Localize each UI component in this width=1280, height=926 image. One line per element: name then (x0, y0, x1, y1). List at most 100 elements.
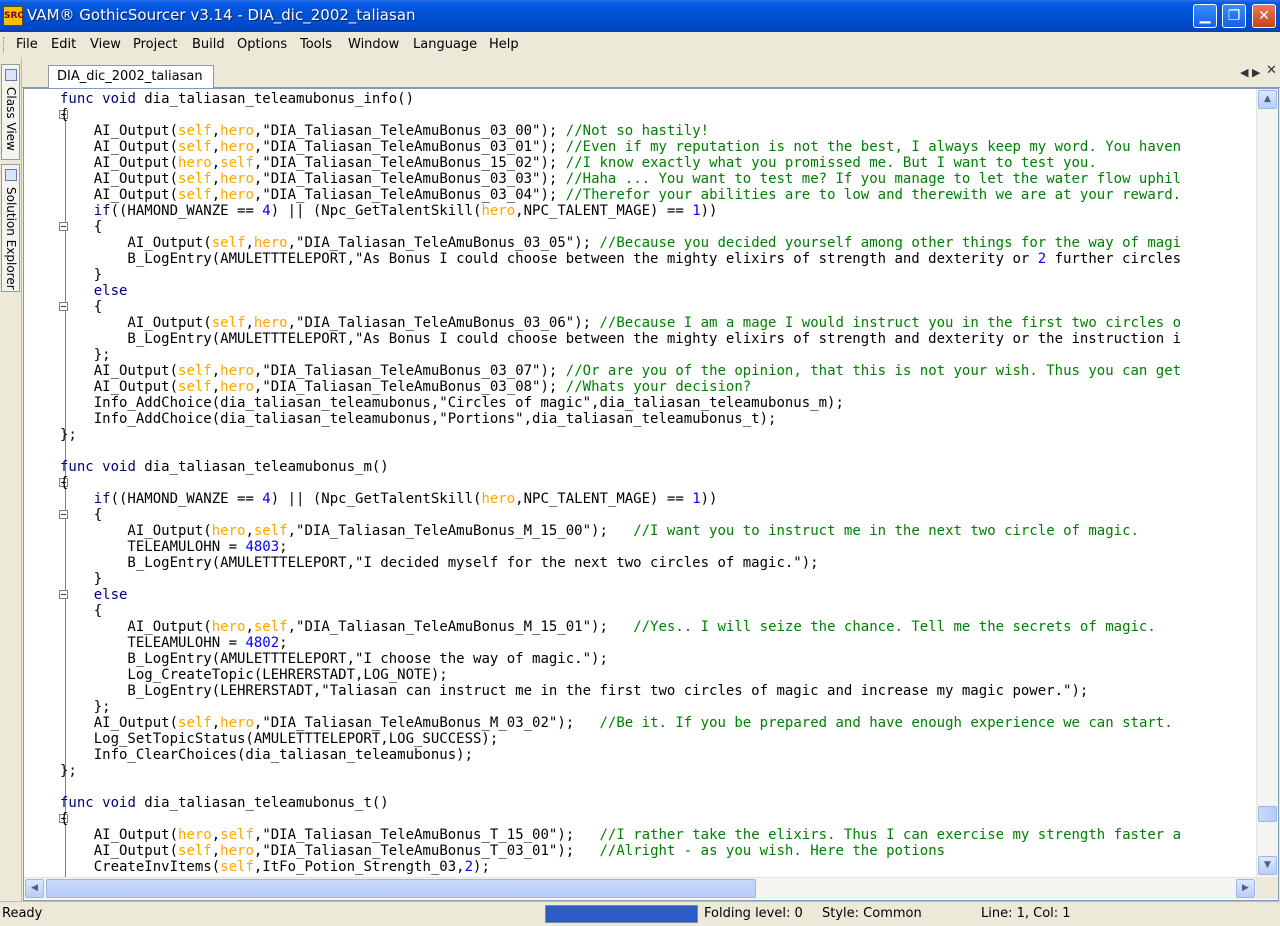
scrollbar-corner (1256, 877, 1278, 899)
fold-margin[interactable] (38, 89, 68, 877)
code-line[interactable]: }; (60, 347, 1181, 363)
code-line[interactable]: Log_SetTopicStatus(AMULETTTELEPORT,LOG_S… (60, 731, 1181, 747)
tab-prev-icon[interactable]: ◀ (1240, 66, 1248, 79)
code-line[interactable]: { (60, 507, 1181, 523)
menu-options[interactable]: Options (237, 37, 287, 52)
status-cursor-position: Line: 1, Col: 1 (981, 906, 1071, 921)
code-line[interactable]: { (60, 299, 1181, 315)
code-line[interactable]: AI_Output(self,hero,"DIA_Taliasan_TeleAm… (60, 315, 1181, 331)
menu-tools[interactable]: Tools (300, 37, 332, 52)
scroll-up-icon: ▲ (1264, 94, 1271, 104)
solution-explorer-label: Solution Explorer (4, 187, 18, 290)
code-line[interactable]: }; (60, 427, 1181, 443)
left-dock: Class View Solution Explorer (0, 58, 22, 901)
code-line[interactable]: func void dia_taliasan_teleamubonus_info… (60, 91, 1181, 107)
code-line[interactable]: B_LogEntry(AMULETTTELEPORT,"I decided my… (60, 555, 1181, 571)
tab-next-icon[interactable]: ▶ (1252, 66, 1260, 79)
menu-edit[interactable]: Edit (51, 37, 76, 52)
scroll-right-icon: ▶ (1242, 883, 1249, 893)
code-line[interactable]: AI_Output(hero,self,"DIA_Taliasan_TeleAm… (60, 155, 1181, 171)
code-line[interactable]: { (60, 811, 1181, 827)
vertical-scroll-thumb[interactable] (1258, 806, 1277, 822)
code-line[interactable]: func void dia_taliasan_teleamubonus_m() (60, 459, 1181, 475)
code-line[interactable]: AI_Output(hero,self,"DIA_Taliasan_TeleAm… (60, 827, 1181, 843)
close-icon: ✕ (1258, 8, 1270, 24)
code-line[interactable]: AI_Output(self,hero,"DIA_Taliasan_TeleAm… (60, 139, 1181, 155)
code-line[interactable]: Info_AddChoice(dia_taliasan_teleamubonus… (60, 411, 1181, 427)
code-line[interactable]: }; (60, 699, 1181, 715)
class-view-tab[interactable]: Class View (1, 64, 20, 160)
code-line[interactable]: B_LogEntry(AMULETTTELEPORT,"As Bonus I c… (60, 331, 1181, 347)
code-line[interactable]: AI_Output(self,hero,"DIA_Taliasan_TeleAm… (60, 715, 1181, 731)
menu-bar: File Edit View Project Build Options Too… (0, 32, 1280, 58)
menu-help[interactable]: Help (489, 37, 519, 52)
code-line[interactable]: Info_ClearChoices(dia_taliasan_teleamubo… (60, 747, 1181, 763)
code-line[interactable]: ​ (60, 443, 1181, 459)
vertical-scrollbar[interactable]: ▲ ▼ (1256, 89, 1278, 877)
code-line[interactable]: { (60, 603, 1181, 619)
code-line[interactable]: Log_CreateTopic(LEHRERSTADT,LOG_NOTE); (60, 667, 1181, 683)
scroll-down-button[interactable]: ▼ (1258, 856, 1277, 875)
scroll-left-button[interactable]: ◀ (25, 879, 44, 898)
code-line[interactable]: else (60, 283, 1181, 299)
class-view-label: Class View (4, 87, 18, 151)
title-bar[interactable]: SRC VAM® GothicSourcer v3.14 - DIA_dic_2… (0, 0, 1280, 32)
code-line[interactable]: B_LogEntry(AMULETTTELEPORT,"As Bonus I c… (60, 251, 1181, 267)
code-line[interactable]: if((HAMOND_WANZE == 4) || (Npc_GetTalent… (60, 491, 1181, 507)
menu-project[interactable]: Project (133, 37, 177, 52)
code-line[interactable]: AI_Output(self,hero,"DIA_Taliasan_TeleAm… (60, 171, 1181, 187)
status-style: Style: Common (822, 906, 922, 921)
progress-fill (546, 906, 697, 922)
code-line[interactable]: B_LogEntry(AMULETTTELEPORT,"I choose the… (60, 651, 1181, 667)
code-area[interactable]: func void dia_taliasan_teleamubonus_info… (24, 89, 1256, 877)
code-line[interactable]: TELEAMULOHN = 4802; (60, 635, 1181, 651)
tab-close-icon[interactable]: ✕ (1266, 63, 1277, 78)
code-line[interactable]: { (60, 107, 1181, 123)
code-line[interactable]: AI_Output(self,hero,"DIA_Taliasan_TeleAm… (60, 123, 1181, 139)
class-view-icon (5, 69, 17, 81)
menu-build[interactable]: Build (192, 37, 225, 52)
code-line[interactable]: ​ (60, 779, 1181, 795)
code-line[interactable]: { (60, 475, 1181, 491)
window-title: VAM® GothicSourcer v3.14 - DIA_dic_2002_… (27, 6, 416, 24)
solution-explorer-icon (5, 169, 17, 181)
code-line[interactable]: else (60, 587, 1181, 603)
horizontal-scroll-thumb[interactable] (46, 879, 756, 898)
code-editor[interactable]: func void dia_taliasan_teleamubonus_info… (23, 88, 1279, 901)
document-tab[interactable]: DIA_dic_2002_taliasan (48, 65, 214, 88)
code-line[interactable]: AI_Output(self,hero,"DIA_Taliasan_TeleAm… (60, 843, 1181, 859)
code-line[interactable]: AI_Output(hero,self,"DIA_Taliasan_TeleAm… (60, 619, 1181, 635)
code-line[interactable]: TELEAMULOHN = 4803; (60, 539, 1181, 555)
restore-icon: ❐ (1227, 8, 1241, 24)
scroll-up-button[interactable]: ▲ (1258, 90, 1277, 109)
menu-window[interactable]: Window (348, 37, 399, 52)
code-line[interactable]: AI_Output(self,hero,"DIA_Taliasan_TeleAm… (60, 235, 1181, 251)
menu-file[interactable]: File (16, 37, 38, 52)
code-line[interactable]: if((HAMOND_WANZE == 4) || (Npc_GetTalent… (60, 203, 1181, 219)
maximize-button[interactable]: ❐ (1222, 4, 1246, 28)
code-lines[interactable]: func void dia_taliasan_teleamubonus_info… (60, 91, 1181, 875)
document-tab-strip: DIA_dic_2002_taliasan ◀ ▶ ✕ (22, 60, 1280, 88)
code-line[interactable]: }; (60, 763, 1181, 779)
code-line[interactable]: AI_Output(self,hero,"DIA_Taliasan_TeleAm… (60, 187, 1181, 203)
status-folding-level: Folding level: 0 (704, 906, 803, 921)
code-line[interactable]: AI_Output(self,hero,"DIA_Taliasan_TeleAm… (60, 363, 1181, 379)
close-button[interactable]: ✕ (1252, 4, 1276, 28)
app-icon: SRC (3, 6, 24, 26)
code-line[interactable]: } (60, 267, 1181, 283)
horizontal-scrollbar[interactable]: ◀ ▶ (24, 877, 1256, 899)
menu-language[interactable]: Language (413, 37, 477, 52)
code-line[interactable]: AI_Output(self,hero,"DIA_Taliasan_TeleAm… (60, 379, 1181, 395)
code-line[interactable]: AI_Output(hero,self,"DIA_Taliasan_TeleAm… (60, 523, 1181, 539)
code-line[interactable]: CreateInvItems(self,ItFo_Potion_Strength… (60, 859, 1181, 875)
code-line[interactable]: { (60, 219, 1181, 235)
menu-view[interactable]: View (90, 37, 121, 52)
code-line[interactable]: } (60, 571, 1181, 587)
scroll-left-icon: ◀ (31, 883, 38, 893)
solution-explorer-tab[interactable]: Solution Explorer (1, 164, 20, 292)
code-line[interactable]: Info_AddChoice(dia_taliasan_teleamubonus… (60, 395, 1181, 411)
minimize-button[interactable]: ▁ (1193, 4, 1217, 28)
code-line[interactable]: func void dia_taliasan_teleamubonus_t() (60, 795, 1181, 811)
code-line[interactable]: B_LogEntry(LEHRERSTADT,"Taliasan can ins… (60, 683, 1181, 699)
scroll-right-button[interactable]: ▶ (1236, 879, 1255, 898)
